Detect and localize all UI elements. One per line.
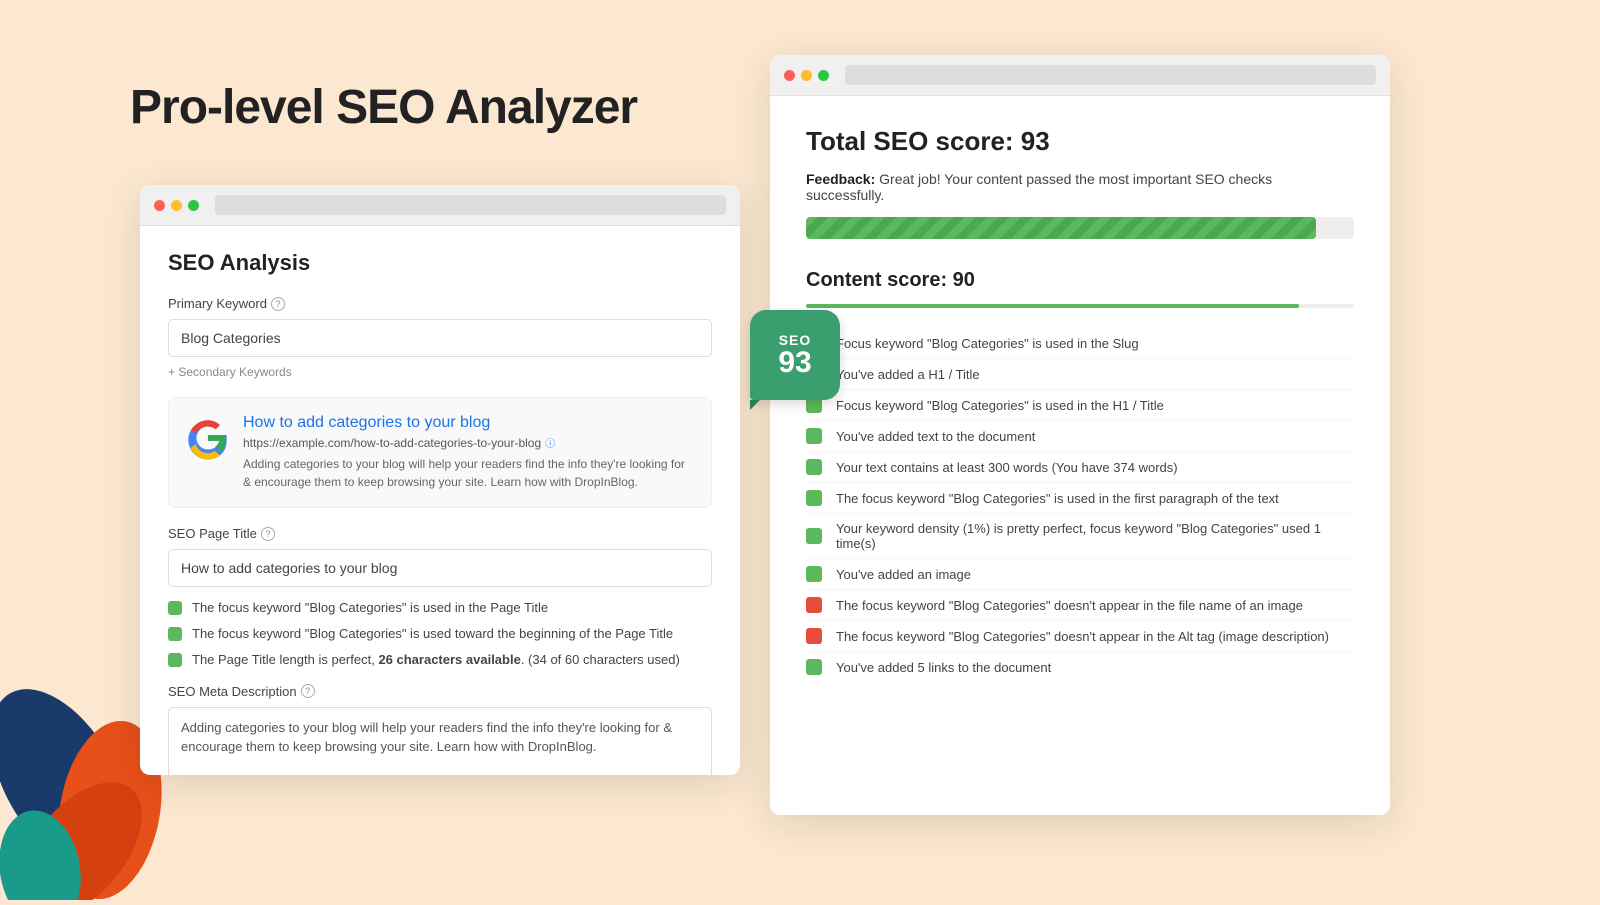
- check-icon-green: [806, 490, 822, 506]
- check-text: The focus keyword "Blog Categories" does…: [836, 629, 1329, 644]
- seo-page-title-label: SEO Page Title ?: [168, 526, 712, 541]
- check-text: You've added text to the document: [836, 429, 1035, 444]
- google-logo-icon: [185, 416, 229, 460]
- check-text: Focus keyword "Blog Categories" is used …: [836, 336, 1139, 351]
- check-text: The focus keyword "Blog Categories" is u…: [192, 599, 548, 617]
- page-title: Pro-level SEO Analyzer: [130, 80, 637, 135]
- check-text: Focus keyword "Blog Categories" is used …: [836, 398, 1164, 413]
- check-item: The focus keyword "Blog Categories" is u…: [168, 625, 712, 643]
- browser-dot-red: [784, 70, 795, 81]
- content-score-progress-fill: [806, 304, 1299, 308]
- serp-url-info-icon: ⓘ: [545, 435, 555, 450]
- right-check-item: You've added 5 links to the document: [806, 652, 1354, 682]
- browser-dot-yellow: [801, 70, 812, 81]
- primary-keyword-info-icon[interactable]: ?: [271, 297, 285, 311]
- browser-dot-red: [154, 200, 165, 211]
- check-icon-green: [806, 566, 822, 582]
- right-check-item: Your keyword density (1%) is pretty perf…: [806, 514, 1354, 559]
- check-icon-red: [806, 628, 822, 644]
- browser-dot-yellow: [171, 200, 182, 211]
- check-item: The Page Title length is perfect, 26 cha…: [168, 651, 712, 669]
- right-check-item: You've added an image: [806, 559, 1354, 590]
- browser-dot-green: [818, 70, 829, 81]
- right-check-item: Your text contains at least 300 words (Y…: [806, 452, 1354, 483]
- secondary-keywords-link[interactable]: + Secondary Keywords: [168, 365, 712, 379]
- check-text: The focus keyword "Blog Categories" is u…: [192, 625, 673, 643]
- check-icon-green: [806, 428, 822, 444]
- feedback-text: Great job! Your content passed the most …: [806, 171, 1272, 203]
- primary-keyword-label: Primary Keyword ?: [168, 296, 712, 311]
- seo-score-badge: SEO 93: [750, 310, 840, 400]
- browser-address-bar: [215, 195, 726, 215]
- content-score-progress-bar: [806, 304, 1354, 308]
- check-item: The focus keyword "Blog Categories" is u…: [168, 599, 712, 617]
- check-icon-green: [806, 459, 822, 475]
- total-score-progress-fill: [806, 217, 1316, 239]
- check-text: The Page Title length is perfect, 26 cha…: [192, 651, 680, 669]
- seo-page-title-info-icon[interactable]: ?: [261, 527, 275, 541]
- page-title-checks: The focus keyword "Blog Categories" is u…: [168, 599, 712, 670]
- feedback-line: Feedback: Great job! Your content passed…: [806, 171, 1354, 203]
- check-icon-green: [168, 601, 182, 615]
- total-score-title: Total SEO score: 93: [806, 126, 1354, 157]
- browser-address-bar: [845, 65, 1376, 85]
- seo-page-title-input[interactable]: [168, 549, 712, 587]
- left-browser-window: SEO Analysis Primary Keyword ? + Seconda…: [140, 185, 740, 775]
- check-icon-green: [806, 659, 822, 675]
- serp-content: How to add categories to your blog https…: [243, 414, 695, 491]
- left-panel-content: SEO Analysis Primary Keyword ? + Seconda…: [140, 226, 740, 775]
- check-text: Your keyword density (1%) is pretty perf…: [836, 521, 1354, 551]
- browser-chrome-left: [140, 185, 740, 226]
- feedback-label: Feedback:: [806, 171, 875, 187]
- serp-url: https://example.com/how-to-add-categorie…: [243, 435, 695, 450]
- check-text: You've added 5 links to the document: [836, 660, 1051, 675]
- check-icon-green: [806, 528, 822, 544]
- content-score-title: Content score: 90: [806, 269, 1354, 292]
- serp-description: Adding categories to your blog will help…: [243, 455, 695, 491]
- right-check-item: You've added a H1 / Title: [806, 359, 1354, 390]
- content-check-list: Focus keyword "Blog Categories" is used …: [806, 328, 1354, 682]
- right-check-item: The focus keyword "Blog Categories" is u…: [806, 483, 1354, 514]
- meta-desc-info-icon[interactable]: ?: [301, 684, 315, 698]
- right-panel-content: Total SEO score: 93 Feedback: Great job!…: [770, 96, 1390, 815]
- left-panel-title: SEO Analysis: [168, 250, 712, 276]
- check-text: You've added an image: [836, 567, 971, 582]
- total-score-progress-bar: [806, 217, 1354, 239]
- browser-dot-green: [188, 200, 199, 211]
- check-text: The focus keyword "Blog Categories" is u…: [836, 491, 1279, 506]
- right-browser-window: Total SEO score: 93 Feedback: Great job!…: [770, 55, 1390, 815]
- serp-title: How to add categories to your blog: [243, 414, 695, 432]
- browser-chrome-right: [770, 55, 1390, 96]
- right-check-item: You've added text to the document: [806, 421, 1354, 452]
- right-check-item: Focus keyword "Blog Categories" is used …: [806, 328, 1354, 359]
- check-text: You've added a H1 / Title: [836, 367, 980, 382]
- meta-desc-label: SEO Meta Description ?: [168, 684, 712, 699]
- right-check-item: Focus keyword "Blog Categories" is used …: [806, 390, 1354, 421]
- check-icon-green: [168, 627, 182, 641]
- primary-keyword-input[interactable]: [168, 319, 712, 357]
- check-icon-green: [168, 653, 182, 667]
- meta-desc-textarea[interactable]: [168, 707, 712, 775]
- right-check-item: The focus keyword "Blog Categories" does…: [806, 621, 1354, 652]
- check-text: Your text contains at least 300 words (Y…: [836, 460, 1178, 475]
- check-text: The focus keyword "Blog Categories" does…: [836, 598, 1303, 613]
- check-icon-red: [806, 597, 822, 613]
- serp-preview: How to add categories to your blog https…: [168, 397, 712, 508]
- seo-badge-score: 93: [778, 348, 811, 378]
- right-check-item: The focus keyword "Blog Categories" does…: [806, 590, 1354, 621]
